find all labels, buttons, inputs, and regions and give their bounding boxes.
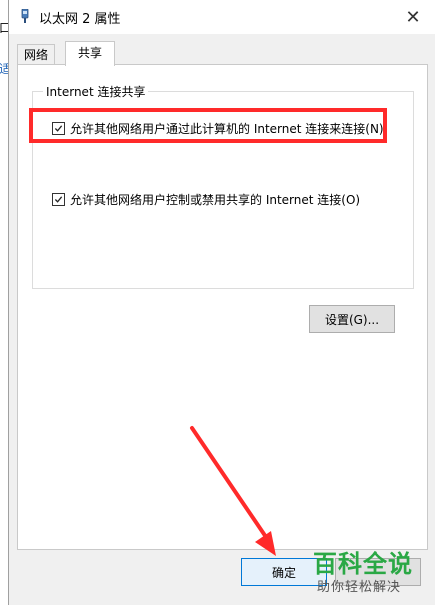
group-title: Internet 连接共享 [43,83,149,100]
allow-control-label: 允许其他网络用户控制或禁用共享的 Internet 连接(O) [70,193,361,207]
watermark-subtitle: 助你轻松解决 [317,580,402,595]
annotation-highlight-box [29,108,387,143]
network-adapter-icon [21,9,29,23]
close-button[interactable]: ✕ [390,0,435,34]
tab-network[interactable]: 网络 [17,44,56,65]
tab-sharing[interactable]: 共享 [65,41,116,66]
settings-button[interactable]: 设置(G)... [309,305,395,333]
properties-dialog: 以太网 2 属性 ✕ 网络 共享 Internet 连接共享 允许其他网络用户通… [8,0,435,605]
close-icon: ✕ [405,6,421,28]
watermark: 百科全说 助你轻松解决 [303,544,429,600]
watermark-title: 百科全说 [313,550,413,578]
title-bar: 以太网 2 属性 ✕ [9,0,435,34]
window-title: 以太网 2 属性 [39,12,121,27]
checkmark-icon [54,196,63,203]
allow-control-option[interactable]: 允许其他网络用户控制或禁用共享的 Internet 连接(O) [52,191,360,208]
allow-control-checkbox[interactable] [52,193,65,206]
